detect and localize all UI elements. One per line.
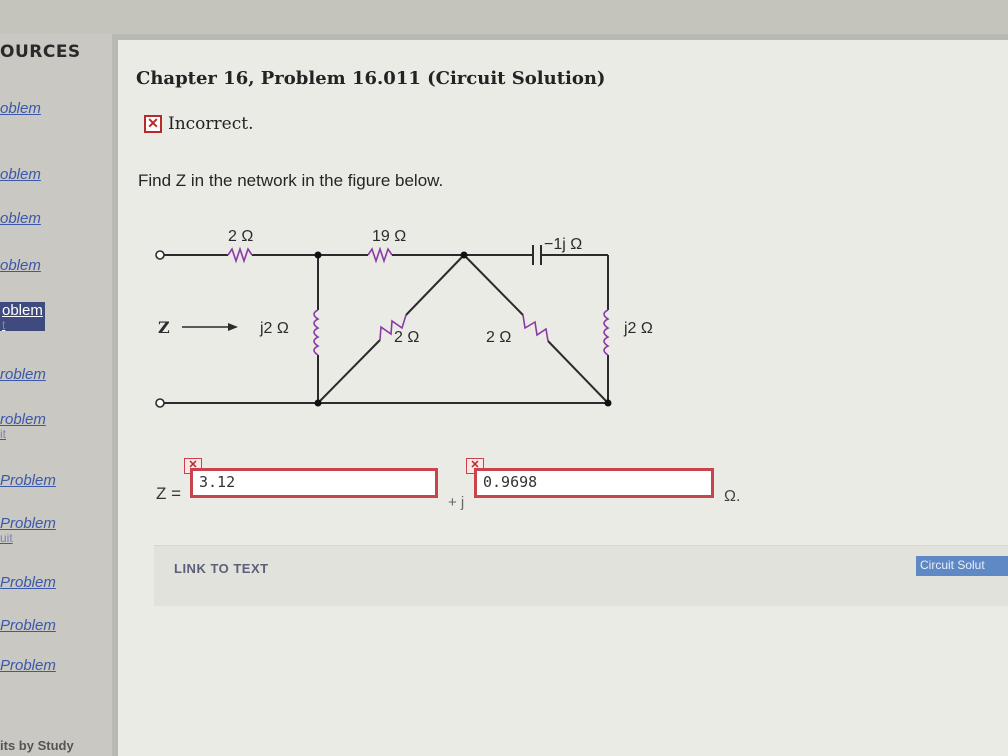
link-to-text-button[interactable]: LINK TO TEXT xyxy=(174,561,269,576)
x-icon: ✕ xyxy=(144,115,162,133)
r4-label: 2 Ω xyxy=(486,329,511,346)
real-part-input[interactable]: 3.12 xyxy=(190,468,438,498)
question-text: Find Z in the network in the figure belo… xyxy=(138,171,444,190)
status-message: ✕ Incorrect. xyxy=(144,114,254,134)
sidebar-item-problem[interactable]: Problem xyxy=(0,472,56,489)
sidebar-item-problem[interactable]: oblem xyxy=(0,100,41,117)
sidebar-item-problem[interactable]: roblem it xyxy=(0,411,46,440)
sidebar: OURCES oblem oblem oblem oblem oblem t ro… xyxy=(0,34,112,756)
sidebar-item-problem[interactable]: oblem xyxy=(0,166,41,183)
link-bar: LINK TO TEXT xyxy=(154,545,1008,606)
r1-label: 2 Ω xyxy=(228,228,253,245)
z-label: Z xyxy=(158,318,170,337)
sidebar-item-problem[interactable]: oblem xyxy=(0,210,41,227)
inductor2-label: j2 Ω xyxy=(623,320,653,337)
sidebar-item-problem[interactable]: roblem xyxy=(0,366,46,383)
sidebar-footer: its by Study xyxy=(0,738,74,753)
sidebar-title: OURCES xyxy=(0,42,81,62)
sidebar-item-problem[interactable]: Problem xyxy=(0,574,56,591)
capacitor-label: −1j Ω xyxy=(544,236,582,253)
main-panel: Chapter 16, Problem 16.011 (Circuit Solu… xyxy=(118,40,1008,756)
imaginary-part-input[interactable]: 0.9698 xyxy=(474,468,714,498)
circuit-solution-button[interactable]: Circuit Solut xyxy=(916,556,1008,576)
status-text: Incorrect. xyxy=(168,114,254,134)
inductor1-label: j2 Ω xyxy=(259,320,289,337)
sidebar-item-problem[interactable]: Problem xyxy=(0,657,56,674)
sidebar-item-problem[interactable]: oblem xyxy=(0,257,41,274)
answer-row: Z = ✕ 3.12 + j ✕ 0.9698 Ω. xyxy=(118,450,1008,530)
unit-label: Ω. xyxy=(724,488,741,505)
r2-label: 19 Ω xyxy=(372,228,406,245)
plus-j-label: + j xyxy=(448,494,465,511)
r3-label: 2 Ω xyxy=(394,329,419,346)
sidebar-item-problem-active[interactable]: oblem t xyxy=(0,302,45,331)
top-bar xyxy=(0,0,1008,34)
z-equals-label: Z = xyxy=(156,484,182,503)
sidebar-item-problem[interactable]: Problem xyxy=(0,617,56,634)
sidebar-item-problem[interactable]: Problem uit xyxy=(0,515,56,544)
page-title: Chapter 16, Problem 16.011 (Circuit Solu… xyxy=(136,68,606,89)
circuit-diagram: Z 2 Ω 19 Ω −1j Ω j2 Ω 2 Ω 2 Ω j2 Ω xyxy=(155,228,653,408)
